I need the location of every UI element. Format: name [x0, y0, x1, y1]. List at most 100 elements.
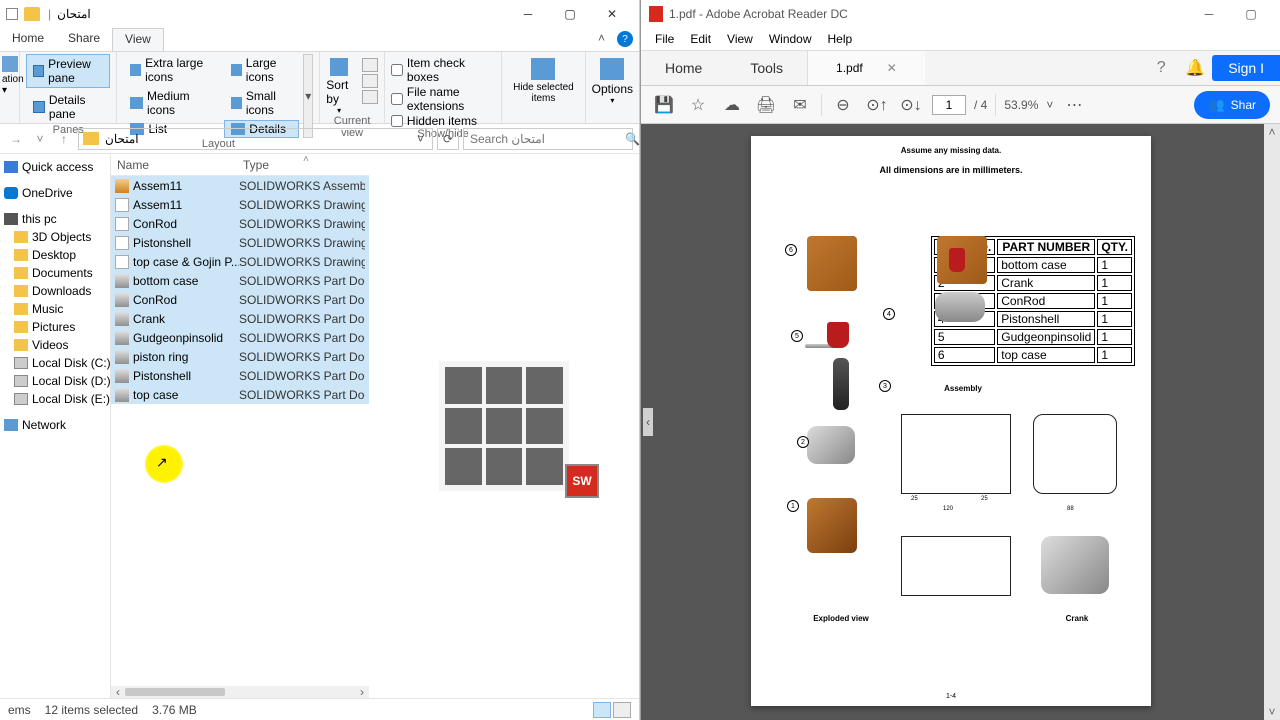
file-row[interactable]: bottom caseSOLIDWORKS Part Docume — [111, 271, 369, 290]
menu-help[interactable]: Help — [822, 30, 859, 48]
menu-edit[interactable]: Edit — [684, 30, 717, 48]
vertical-scrollbar[interactable]: ˄˅ — [1264, 124, 1280, 720]
close-tab-button[interactable]: ✕ — [887, 61, 897, 75]
tab-view[interactable]: View — [112, 28, 164, 51]
document-area[interactable]: ‹ ˄˅ Assume any missing data. All dimens… — [641, 124, 1280, 720]
page-up-button[interactable]: ⊙↑ — [864, 92, 890, 118]
tab-home[interactable]: Home — [0, 28, 56, 51]
preview-pane-button[interactable]: Preview pane — [26, 54, 110, 88]
file-row[interactable]: top caseSOLIDWORKS Part Docume — [111, 385, 369, 404]
add-columns-button[interactable] — [362, 74, 378, 88]
view-details-button[interactable] — [593, 702, 611, 718]
file-row[interactable]: ConRodSOLIDWORKS Drawing Do — [111, 214, 369, 233]
address-bar: → ˅ ↑ امتحان ˅ ⟳ 🔍 — [0, 124, 639, 154]
navigation-pane[interactable]: Quick access OneDrive this pc 3D Objects… — [0, 154, 110, 698]
maximize-button[interactable]: ▢ — [1230, 0, 1272, 28]
file-extensions-toggle[interactable]: File name extensions — [391, 85, 495, 113]
zoom-dropdown[interactable]: ˅ — [1046, 98, 1053, 112]
layout-md-icons[interactable]: Medium icons — [123, 87, 220, 119]
cloud-button[interactable]: ☁ — [719, 92, 745, 118]
nav-onedrive[interactable]: OneDrive — [0, 184, 110, 202]
maximize-button[interactable]: ▢ — [549, 0, 591, 28]
close-button[interactable]: ✕ — [591, 0, 633, 28]
nav-local-disk-e[interactable]: Local Disk (E:) — [0, 390, 110, 408]
sign-in-button[interactable]: Sign I — [1212, 55, 1280, 81]
options-button[interactable]: Options ▾ — [592, 54, 633, 105]
menu-window[interactable]: Window — [763, 30, 818, 48]
nav-videos[interactable]: Videos — [0, 336, 110, 354]
nav-quick-access[interactable]: Quick access — [0, 158, 110, 176]
address-dropdown[interactable]: ˅ — [413, 132, 428, 146]
help-icon[interactable]: ? — [1144, 51, 1178, 85]
nav-local-disk-c[interactable]: Local Disk (C:) — [0, 354, 110, 372]
horizontal-scrollbar[interactable]: ‹› — [111, 686, 369, 698]
nav-documents[interactable]: Documents — [0, 264, 110, 282]
minimize-button[interactable]: ─ — [1188, 0, 1230, 28]
nav-this-pc[interactable]: this pc — [0, 210, 110, 228]
search-input[interactable] — [470, 132, 625, 146]
group-by-button[interactable] — [362, 58, 378, 72]
nav-pane-icon[interactable] — [2, 56, 18, 72]
sort-by-button[interactable]: Sort by▾ — [326, 58, 352, 115]
search-icon[interactable]: 🔍 — [625, 132, 640, 146]
tab-tools[interactable]: Tools — [726, 51, 807, 85]
file-row[interactable]: GudgeonpinsolidSOLIDWORKS Part Docume — [111, 328, 369, 347]
address-field[interactable]: امتحان ˅ — [78, 128, 433, 150]
menu-view[interactable]: View — [721, 30, 759, 48]
layout-sm-icons[interactable]: Small icons — [224, 87, 299, 119]
column-name[interactable]: Name — [111, 158, 237, 172]
star-button[interactable]: ☆ — [685, 92, 711, 118]
nav-local-disk-d[interactable]: Local Disk (D:) — [0, 372, 110, 390]
layout-lg-icons[interactable]: Large icons — [224, 54, 299, 86]
nav-up-button[interactable]: ↑ — [54, 129, 74, 149]
prev-page-button[interactable]: ‹ — [643, 408, 653, 436]
file-row[interactable]: PistonshellSOLIDWORKS Part Docume — [111, 366, 369, 385]
minimize-button[interactable]: ─ — [507, 0, 549, 28]
assembly-view — [927, 236, 997, 336]
page-number-input[interactable] — [932, 95, 966, 115]
ribbon-collapse-button[interactable]: ˄ — [592, 28, 611, 51]
ribbon-nav-pane-cut: ation ▾ — [0, 52, 20, 123]
column-type[interactable]: Type˄ — [237, 158, 369, 172]
size-columns-button[interactable] — [362, 90, 378, 104]
file-row[interactable]: Assem11SOLIDWORKS Drawing Do — [111, 195, 369, 214]
file-row[interactable]: top case & Gojin P...SOLIDWORKS Drawing … — [111, 252, 369, 271]
file-row[interactable]: ConRodSOLIDWORKS Part Docume — [111, 290, 369, 309]
email-button[interactable]: ✉ — [787, 92, 813, 118]
view-thumbnails-button[interactable] — [613, 702, 631, 718]
nav-back-button[interactable]: → — [6, 129, 26, 149]
tab-document[interactable]: 1.pdf ✕ — [807, 51, 925, 85]
layout-xl-icons[interactable]: Extra large icons — [123, 54, 220, 86]
file-row[interactable]: piston ringSOLIDWORKS Part Docume — [111, 347, 369, 366]
item-checkboxes-toggle[interactable]: Item check boxes — [391, 56, 495, 84]
nav-music[interactable]: Music — [0, 300, 110, 318]
explorer-titlebar[interactable]: | امتحان ─ ▢ ✕ — [0, 0, 639, 28]
tab-share[interactable]: Share — [56, 28, 112, 51]
hide-selected-button[interactable]: Hide selected items — [508, 54, 578, 104]
nav-history-dropdown[interactable]: ˅ — [30, 129, 50, 149]
menu-file[interactable]: File — [649, 30, 680, 48]
file-row[interactable]: PistonshellSOLIDWORKS Drawing Do — [111, 233, 369, 252]
file-row[interactable]: Assem11SOLIDWORKS Assembly Do — [111, 176, 369, 195]
print-button[interactable]: 🖨 — [753, 92, 779, 118]
nav-3d-objects[interactable]: 3D Objects — [0, 228, 110, 246]
nav-desktop[interactable]: Desktop — [0, 246, 110, 264]
nav-network[interactable]: Network — [0, 416, 110, 434]
zoom-level[interactable]: 53.9% — [1004, 98, 1038, 112]
nav-downloads[interactable]: Downloads — [0, 282, 110, 300]
acrobat-titlebar[interactable]: 1.pdf - Adobe Acrobat Reader DC ─ ▢ — [641, 0, 1280, 28]
help-icon[interactable]: ? — [617, 31, 633, 47]
refresh-button[interactable]: ⟳ — [437, 128, 459, 150]
file-row[interactable]: CrankSOLIDWORKS Part Docume — [111, 309, 369, 328]
zoom-out-button[interactable]: ⊖ — [830, 92, 856, 118]
more-tools-button[interactable]: ⋯ — [1061, 92, 1087, 118]
details-pane-button[interactable]: Details pane — [26, 90, 110, 124]
share-button[interactable]: 👥 Shar — [1194, 91, 1270, 119]
search-box[interactable]: 🔍 — [463, 128, 633, 150]
page-down-button[interactable]: ⊙↓ — [898, 92, 924, 118]
tab-home[interactable]: Home — [641, 51, 726, 85]
nav-pictures[interactable]: Pictures — [0, 318, 110, 336]
file-type: SOLIDWORKS Drawing Do — [239, 255, 365, 269]
save-button[interactable]: 💾 — [651, 92, 677, 118]
notifications-icon[interactable]: 🔔 — [1178, 51, 1212, 85]
